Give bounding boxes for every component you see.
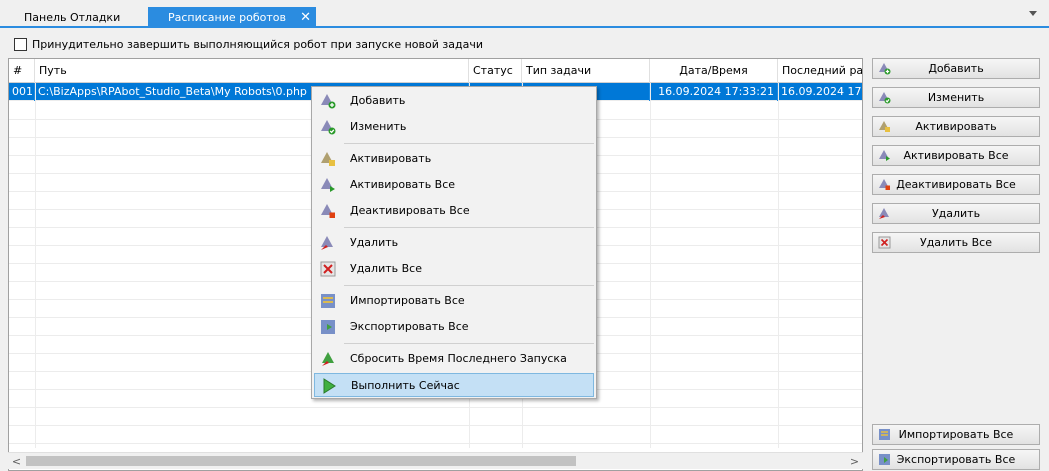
deactivate-all-button[interactable]: Деактивировать Все [872, 174, 1040, 195]
menu-item-edit[interactable]: Изменить [314, 115, 594, 139]
activate-button-label: Активировать [915, 120, 997, 133]
chevron-down-icon[interactable] [1029, 11, 1037, 16]
menu-item-label: Сбросить Время Последнего Запуска [350, 352, 567, 365]
import-all-icon [321, 294, 335, 308]
activate-robot-icon [321, 152, 335, 166]
menu-item-label: Удалить Все [350, 262, 422, 275]
column-header-status[interactable]: Статус [469, 59, 522, 83]
deactivate-all-icon [879, 179, 890, 190]
edit-robot-icon [879, 92, 891, 104]
play-icon [323, 378, 336, 394]
add-button[interactable]: Добавить [872, 58, 1040, 79]
export-all-icon [879, 454, 890, 465]
column-header-number[interactable]: # [9, 59, 35, 83]
scrollbar-thumb[interactable] [26, 456, 576, 466]
tab-label: Расписание роботов [168, 11, 287, 24]
scroll-left-arrow[interactable]: < [8, 453, 25, 470]
add-robot-icon [879, 63, 891, 75]
menu-separator [344, 227, 594, 228]
menu-item-label: Активировать Все [350, 178, 456, 191]
column-divider [650, 83, 651, 448]
menu-item-export-all[interactable]: Экспортировать Все [314, 315, 594, 339]
horizontal-scrollbar[interactable]: < > [8, 452, 863, 469]
force-stop-label: Принудительно завершить выполняющийся ро… [32, 37, 483, 51]
menu-item-deactivate-all[interactable]: Деактивировать Все [314, 199, 594, 223]
scroll-right-arrow[interactable]: > [846, 453, 863, 470]
force-stop-option[interactable]: Принудительно завершить выполняющийся ро… [14, 37, 483, 51]
reset-time-icon [322, 352, 334, 366]
delete-all-icon [320, 261, 336, 277]
column-divider [778, 83, 779, 448]
menu-item-label: Импортировать Все [350, 294, 465, 307]
tab-bar: Панель Отладки Расписание роботов ✕ [0, 0, 1049, 28]
menu-separator [344, 285, 594, 286]
export-all-button-label: Экспортировать Все [896, 453, 1016, 466]
context-menu: Добавить Изменить Активировать Активиров… [311, 86, 597, 399]
menu-separator [344, 143, 594, 144]
import-all-button[interactable]: Импортировать Все [872, 424, 1040, 445]
delete-button-label: Удалить [931, 207, 981, 220]
column-divider [35, 83, 36, 448]
activate-all-icon [879, 150, 890, 161]
menu-item-add[interactable]: Добавить [314, 89, 594, 113]
menu-item-label: Добавить [350, 94, 406, 107]
column-header-path[interactable]: Путь [35, 59, 469, 83]
export-all-button[interactable]: Экспортировать Все [872, 449, 1040, 470]
activate-robot-icon [879, 121, 890, 132]
add-button-label: Добавить [928, 62, 984, 75]
add-robot-icon [321, 94, 336, 109]
delete-all-button-label: Удалить Все [920, 236, 992, 249]
column-header-task-type[interactable]: Тип задачи [522, 59, 650, 83]
column-header-datetime[interactable]: Дата/Время [650, 59, 778, 83]
column-header-last-run[interactable]: Последний раз б [778, 59, 862, 83]
deactivate-all-icon [321, 204, 335, 218]
menu-item-delete[interactable]: Удалить [314, 231, 594, 255]
menu-item-activate[interactable]: Активировать [314, 147, 594, 171]
edit-button-label: Изменить [927, 91, 985, 104]
row-number: 001 [9, 83, 35, 101]
activate-all-button[interactable]: Активировать Все [872, 145, 1040, 166]
menu-item-label: Активировать [350, 152, 432, 165]
table-header: # Путь Статус Тип задачи Дата/Время Посл… [9, 59, 862, 83]
tab-robot-schedule[interactable]: Расписание роботов ✕ [148, 7, 316, 28]
delete-all-icon [878, 236, 891, 249]
export-all-icon [321, 320, 335, 334]
deactivate-all-button-label: Деактивировать Все [896, 178, 1016, 191]
empty-table-row [9, 408, 862, 426]
menu-item-label: Удалить [350, 236, 399, 249]
row-last-run: 16.09.2024 17:3 [778, 83, 862, 101]
menu-item-label: Экспортировать Все [350, 320, 469, 333]
delete-robot-icon [879, 208, 889, 219]
edit-robot-icon [321, 120, 336, 135]
edit-button[interactable]: Изменить [872, 87, 1040, 108]
menu-item-run-now[interactable]: Выполнить Сейчас [314, 373, 594, 397]
close-icon[interactable]: ✕ [300, 7, 311, 28]
tab-debug-panel[interactable]: Панель Отладки [12, 7, 144, 28]
menu-item-import-all[interactable]: Импортировать Все [314, 289, 594, 313]
force-stop-checkbox[interactable] [14, 37, 27, 51]
empty-table-row [9, 426, 862, 444]
menu-item-label: Изменить [350, 120, 407, 133]
menu-item-activate-all[interactable]: Активировать Все [314, 173, 594, 197]
activate-all-button-label: Активировать Все [903, 149, 1009, 162]
delete-all-button[interactable]: Удалить Все [872, 232, 1040, 253]
menu-item-label: Выполнить Сейчас [351, 379, 460, 392]
menu-item-reset-last-run[interactable]: Сбросить Время Последнего Запуска [314, 347, 594, 371]
activate-button[interactable]: Активировать [872, 116, 1040, 137]
menu-item-delete-all[interactable]: Удалить Все [314, 257, 594, 281]
menu-item-label: Деактивировать Все [350, 204, 470, 217]
delete-button[interactable]: Удалить [872, 203, 1040, 224]
import-all-icon [879, 429, 890, 440]
row-datetime: 16.09.2024 17:33:21 [650, 83, 778, 101]
delete-robot-icon [321, 236, 333, 250]
import-all-button-label: Импортировать Все [898, 428, 1014, 441]
menu-separator [344, 343, 594, 344]
activate-all-icon [321, 178, 335, 192]
